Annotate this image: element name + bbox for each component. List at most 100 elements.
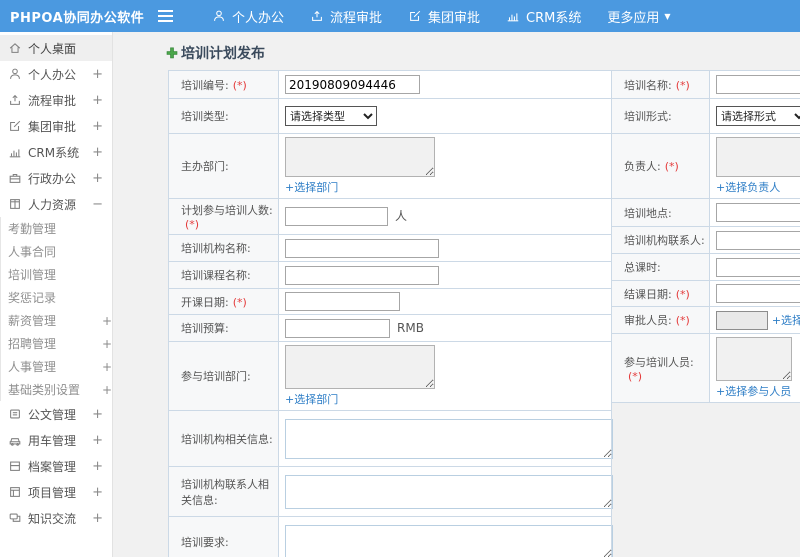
sidebar-item[interactable]: 行政办公 + [0,165,112,191]
expand-toggle[interactable]: + [92,459,103,474]
field-label: 参与培训人员:(*) [611,333,710,403]
info-textarea[interactable] [285,524,613,557]
text-input[interactable] [285,207,388,226]
submenu-item[interactable]: 薪资管理 + [1,309,112,332]
expand-toggle[interactable]: + [92,511,103,526]
expand-toggle[interactable]: + [92,119,103,134]
picker-textarea[interactable] [716,137,800,177]
expand-toggle[interactable]: + [102,383,112,397]
picker-textarea[interactable] [716,337,792,381]
sidebar-menu: 个人桌面 个人办公 + 流程审批 + 集团审批 + CRM系统 + 行政办公 + 人力资源 − 考勤管理人… [0,35,112,531]
left-rows: 培训编号:(*)培训类型:请选择类型主办部门:+选择部门计划参与培训人数:(*)… [168,70,613,557]
text-input[interactable] [285,318,390,338]
submenu-item[interactable]: 考勤管理 [1,217,112,240]
picker-textarea[interactable] [285,137,435,177]
expand-toggle[interactable]: + [92,145,103,160]
select-input[interactable]: 请选择形式 [716,106,800,126]
sidebar-item[interactable]: 个人办公 + [0,61,112,87]
sidebar-item-label: 个人桌面 [28,41,77,56]
info-textarea[interactable] [285,474,613,509]
nav-item[interactable]: 个人办公 [199,0,297,32]
sidebar-item[interactable]: 流程审批 + [0,87,112,113]
submenu-item[interactable]: 奖惩记录 [1,286,112,309]
expand-toggle[interactable]: + [102,360,112,374]
sidebar-item-label: 公文管理 [28,407,77,422]
text-input[interactable] [716,203,800,222]
submenu-item-label: 招聘管理 [8,337,57,351]
submenu-item[interactable]: 培训管理 [1,263,112,286]
nav-item[interactable]: 更多应用 ▼ [594,0,683,32]
sidebar-item[interactable]: 人力资源 − [0,191,112,217]
nav-item[interactable]: CRM系统 [493,0,594,32]
form-row: 参与培训部门: +选择部门 [168,341,612,411]
sidebar-item[interactable]: CRM系统 + [0,139,112,165]
text-input[interactable] [285,75,420,94]
expand-toggle[interactable]: + [102,337,112,351]
sidebar-item[interactable]: 知识交流 + [0,505,112,531]
text-input[interactable] [716,75,800,94]
choose-link[interactable]: +选择审批人员 [772,314,800,327]
choose-link[interactable]: +选择负责人 [716,181,780,194]
info-textarea[interactable] [285,418,613,459]
form-row: 培训机构相关信息: [168,410,613,467]
choose-link[interactable]: +选择部门 [285,393,338,406]
text-input[interactable] [716,284,800,303]
text-input[interactable] [285,265,439,285]
submenu-item-label: 考勤管理 [8,222,57,236]
field-label: 培训机构联系人相关信息: [168,466,279,517]
required-mark: (*) [675,78,690,92]
sidebar-item[interactable]: 公文管理 + [0,401,112,427]
nav-item[interactable]: 流程审批 [297,0,395,32]
form-row: 开课日期: (*) [168,288,612,315]
sidebar-item-label: 人力资源 [28,197,77,212]
readonly-input[interactable] [716,310,768,330]
submenu-item-label: 人事管理 [8,360,57,374]
form-row: 培训要求: [168,516,613,557]
sidebar-item[interactable]: 档案管理 + [0,453,112,479]
briefcase-icon [8,171,22,185]
expand-toggle[interactable]: − [92,197,103,212]
nav-item-label: 个人办公 [232,10,285,26]
form-row: 培训形式: 请选择形式 [611,98,800,134]
book-icon [8,197,22,211]
nav-item[interactable]: 集团审批 [395,0,493,32]
expand-toggle[interactable]: + [92,171,103,186]
sidebar-item[interactable]: 集团审批 + [0,113,112,139]
expand-toggle[interactable]: + [92,433,103,448]
sidebar-item[interactable]: 个人桌面 [0,35,112,61]
sidebar-item-label: 行政办公 [28,171,77,186]
expand-toggle[interactable]: + [102,314,112,328]
text-input[interactable] [716,257,800,277]
sidebar-item[interactable]: 项目管理 + [0,479,112,505]
sidebar-item-label: CRM系统 [28,145,80,160]
choose-link[interactable]: +选择部门 [285,181,338,194]
picker-textarea[interactable] [285,345,435,389]
expand-toggle[interactable]: + [92,67,103,82]
submenu-item[interactable]: 人事合同 [1,240,112,263]
menu-toggle-icon[interactable] [158,7,173,25]
expand-toggle[interactable]: + [92,93,103,108]
required-mark: (*) [675,314,690,327]
choose-link[interactable]: +选择参与人员 [716,385,791,398]
top-nav: 个人办公 流程审批 集团审批 CRM系统 更多应用 ▼ [199,0,684,32]
field-label: 培训地点: [611,198,710,227]
text-input[interactable] [285,238,439,258]
field-label: 计划参与培训人数:(*) [168,198,279,235]
text-input[interactable] [716,230,800,250]
user-icon [8,67,22,81]
sidebar-item[interactable]: 用车管理 + [0,427,112,453]
sidebar-item-label: 档案管理 [28,459,77,474]
field-label: 培训预算: [168,314,279,342]
select-input[interactable]: 请选择类型 [285,106,377,126]
submenu-item-label: 培训管理 [8,268,57,282]
nav-item-label: 集团审批 [428,10,481,26]
text-input[interactable] [285,292,400,311]
expand-toggle[interactable]: + [92,407,103,422]
field-label: 培训机构名称: [168,234,279,262]
sidebar-item-label: 个人办公 [28,67,77,82]
nav-item-label: CRM系统 [526,10,582,26]
submenu-item[interactable]: 基础类别设置 + [1,378,112,401]
expand-toggle[interactable]: + [92,485,103,500]
submenu-item[interactable]: 招聘管理 + [1,332,112,355]
submenu-item[interactable]: 人事管理 + [1,355,112,378]
